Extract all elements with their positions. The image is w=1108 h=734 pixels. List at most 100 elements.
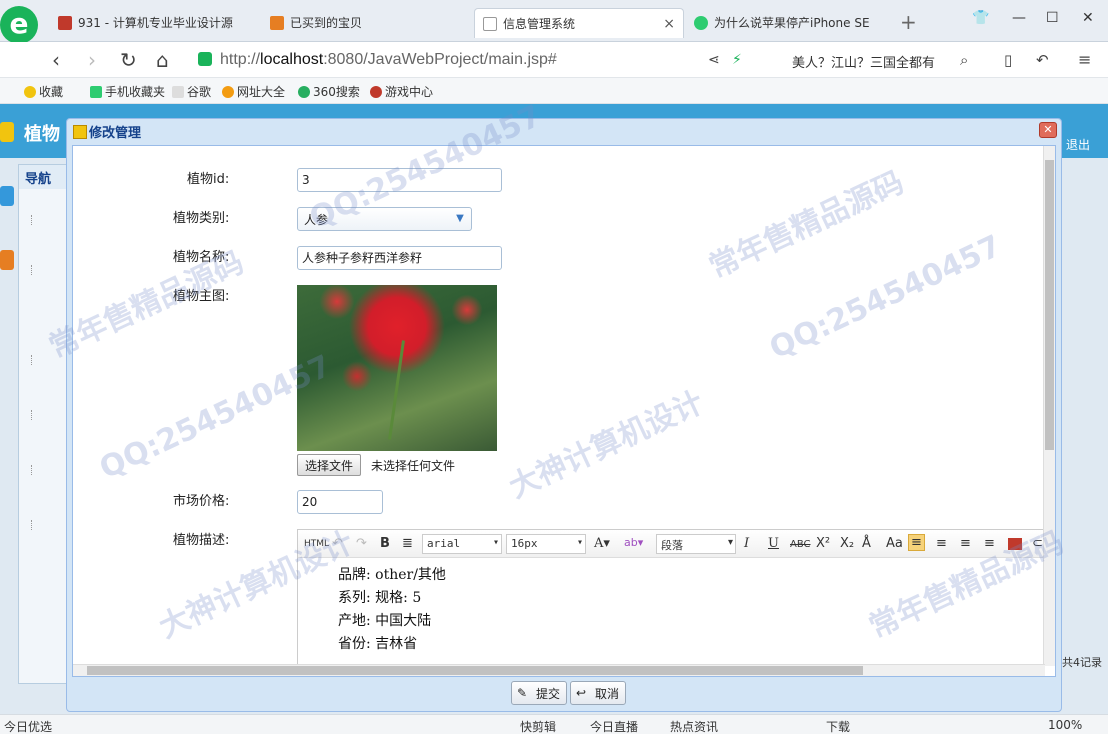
url-prefix: http:// (220, 51, 261, 68)
tab-info-system[interactable]: 信息管理系统 × (474, 8, 684, 38)
paragraph-select[interactable]: 段落 (656, 534, 736, 554)
id-input[interactable]: 3 (297, 168, 502, 192)
font-family-select[interactable]: arial (422, 534, 502, 554)
align-left-icon[interactable]: ≡ (908, 534, 925, 551)
font-adjust-icon[interactable]: Aa (886, 536, 903, 551)
page-icon (483, 17, 497, 31)
underline-icon[interactable]: U (768, 536, 779, 551)
close-tab-icon[interactable]: × (663, 9, 675, 38)
browser-status-bar: 今日优选 快剪辑 今日直播 热点资讯 下载 100% (0, 714, 1108, 734)
tree-node[interactable] (31, 465, 61, 475)
browser-logo-icon[interactable]: e (0, 6, 38, 44)
bookmark-label: 网址大全 (237, 85, 286, 99)
new-tab-button[interactable]: + (900, 10, 917, 34)
bookmark-360[interactable]: 360搜索 (298, 83, 360, 100)
url-path: :8080/JavaWebProject/main.jsp# (323, 51, 557, 68)
zoom-level[interactable]: 100% (1048, 718, 1082, 732)
desc-label: 植物描述: (173, 533, 230, 548)
dialog-body: 植物id: 3 植物类别: 人参 ▼ 植物名称: 人参种子参籽西洋参籽 植物主图:… (72, 145, 1056, 677)
superscript-icon[interactable]: X² (816, 536, 830, 551)
close-window-icon[interactable]: ✕ (1082, 10, 1094, 26)
html-button[interactable]: HTML (304, 539, 329, 549)
vertical-scrollbar[interactable] (1043, 146, 1055, 666)
image-label: 植物主图: (173, 289, 230, 304)
scroll-thumb[interactable] (1045, 160, 1054, 450)
shirt-icon[interactable]: 👕 (972, 10, 989, 26)
highlight-icon[interactable]: ab▾ (624, 536, 643, 549)
strike-icon[interactable]: ABC (790, 539, 811, 550)
font-size-select[interactable]: 16px (506, 534, 586, 554)
tree-node[interactable] (31, 410, 61, 420)
tab-graduation-project[interactable]: 931 - 计算机专业毕业设计源 (50, 8, 260, 38)
tree-node[interactable] (31, 355, 61, 365)
address-bar[interactable]: http://localhost:8080/JavaWebProject/mai… (198, 46, 698, 74)
bookmark-label: 游戏中心 (385, 85, 434, 99)
app-title: 植物 (24, 124, 60, 145)
bookmark-games[interactable]: 游戏中心 (370, 83, 433, 100)
price-input[interactable]: 20 (297, 490, 383, 514)
status-download[interactable]: 下载 (826, 718, 850, 734)
tree-node[interactable] (31, 520, 61, 530)
align-center-icon[interactable]: ≡ (936, 536, 947, 551)
editor-content[interactable]: 品牌: other/其他 系列: 规格: 5 产地: 中国大陆 省份: 吉林省 (338, 564, 446, 656)
bookmark-google[interactable]: 谷歌 (172, 83, 211, 100)
chrome-icon (694, 16, 708, 30)
choose-file-button[interactable]: 选择文件 (297, 454, 362, 476)
clear-format-icon[interactable]: Å (862, 536, 871, 551)
logout-link[interactable]: 退出 (1066, 136, 1090, 153)
price-label: 市场价格: (173, 494, 230, 509)
name-input[interactable]: 人参种子参籽西洋参籽 (297, 246, 502, 270)
maximize-icon[interactable]: ☐ (1046, 10, 1059, 26)
scroll-thumb[interactable] (87, 666, 863, 675)
nav-header: 导航 (19, 165, 71, 189)
reader-icon[interactable]: ▯ (1004, 51, 1012, 69)
bookmark-label: 谷歌 (187, 85, 212, 99)
font-color-icon[interactable]: A▾ (594, 536, 610, 551)
bookmark-favorites[interactable]: 收藏 (24, 83, 63, 100)
forward-icon[interactable]: › (88, 48, 96, 72)
cancel-button[interactable]: ↩ 取消 (570, 681, 627, 705)
refresh-icon[interactable]: ↻ (120, 48, 137, 72)
undo-icon[interactable]: ↶ (1036, 51, 1049, 69)
format-icon[interactable]: ≣ (402, 536, 413, 551)
type-select-value: 人参 (304, 213, 329, 227)
search-icon[interactable]: ⌕ (960, 51, 968, 69)
edit-dialog: 修改管理 ✕ 植物id: 3 植物类别: 人参 ▼ 植物名称: 人参种子参籽西洋参… (66, 118, 1062, 712)
status-deals[interactable]: 今日优选 (4, 718, 52, 734)
folder-icon[interactable] (0, 122, 14, 142)
subscript-icon[interactable]: X₂ (840, 536, 854, 551)
bold-icon[interactable]: B (380, 536, 390, 551)
tab-purchased-items[interactable]: 已买到的宝贝 (262, 8, 472, 38)
bookmark-label: 360搜索 (313, 85, 360, 99)
bookmark-sites[interactable]: 网址大全 (222, 83, 285, 100)
lightning-icon[interactable]: ⚡ (732, 52, 742, 68)
minimize-icon[interactable]: — (1012, 10, 1026, 26)
align-right-icon[interactable]: ≡ (960, 536, 971, 551)
italic-icon[interactable]: I (744, 536, 749, 551)
redo-icon[interactable]: ↷ (356, 536, 367, 551)
app-icon[interactable] (0, 250, 14, 270)
tab-iphone-news[interactable]: 为什么说苹果停产iPhone SE (686, 8, 886, 38)
stem-shape (388, 340, 405, 440)
menu-icon[interactable]: ≡ (1078, 50, 1091, 69)
undo-icon[interactable]: ↶ (332, 536, 343, 551)
status-live[interactable]: 今日直播 (590, 718, 638, 734)
star-icon (24, 86, 36, 98)
back-icon[interactable]: ‹ (52, 48, 60, 72)
submit-button[interactable]: ✎ 提交 (511, 681, 568, 705)
horizontal-scrollbar[interactable] (73, 664, 1045, 676)
share-icon[interactable]: ⋖ (708, 52, 720, 68)
justify-icon[interactable]: ≡ (984, 536, 995, 551)
home-icon[interactable]: ⌂ (156, 48, 169, 72)
cancel-label: 取消 (595, 687, 620, 701)
search-hint[interactable]: 美人？江山？三国全都有 (792, 52, 935, 71)
type-select[interactable]: 人参 ▼ (297, 207, 472, 231)
doc-icon[interactable] (0, 186, 14, 206)
status-clip[interactable]: 快剪辑 (520, 718, 556, 734)
tree-node[interactable] (31, 215, 61, 225)
image-icon[interactable] (1008, 538, 1022, 550)
dialog-close-button[interactable]: ✕ (1039, 122, 1057, 138)
status-news[interactable]: 热点资讯 (670, 718, 718, 734)
bookmark-mobile[interactable]: 手机收藏夹 (90, 83, 165, 100)
tree-node[interactable] (31, 265, 61, 275)
